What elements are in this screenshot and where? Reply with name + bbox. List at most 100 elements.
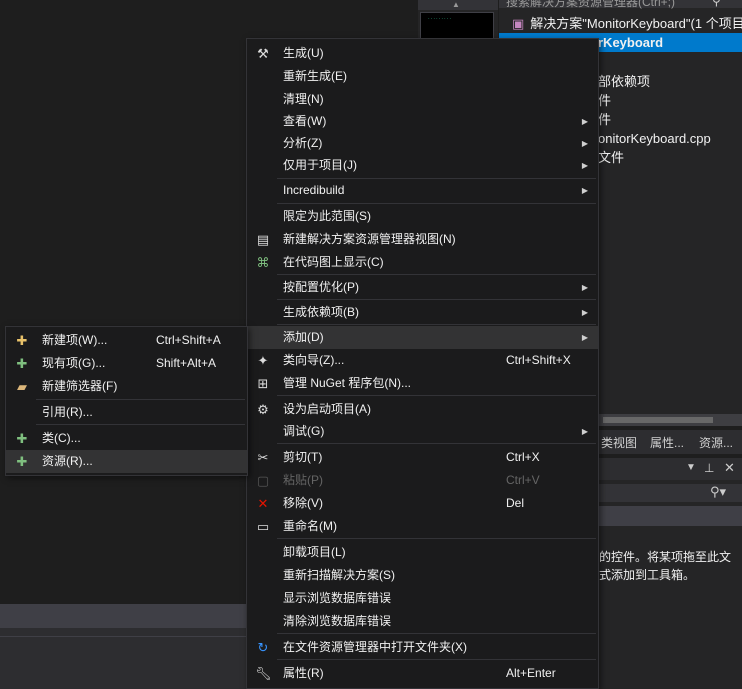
menu-item-label: 剪切(T): [283, 450, 323, 464]
submenu-arrow-icon: ▶: [581, 186, 588, 195]
dropdown-icon[interactable]: ▼: [686, 462, 696, 473]
menu-item-show-browse-db-errors[interactable]: 显示浏览数据库错误: [247, 587, 598, 610]
search-icon[interactable]: ⚲▾: [710, 484, 726, 500]
menu-separator: [277, 395, 596, 396]
menu-item-new-explorer-view[interactable]: ▤ 新建解决方案资源管理器视图(N): [247, 228, 598, 251]
tab-class-view[interactable]: 类视图: [601, 434, 637, 451]
toolbox-hint: 式添加到工具箱。: [599, 568, 696, 582]
menu-item-label: 粘贴(P): [283, 473, 323, 487]
search-icon[interactable]: ⚲: [712, 0, 721, 8]
menu-item-view[interactable]: 查看(W) ▶: [247, 110, 598, 133]
menu-item-remove[interactable]: ✕ 移除(V) Del: [247, 492, 598, 515]
menu-item-clear-browse-db-errors[interactable]: 清除浏览数据库错误: [247, 610, 598, 633]
menu-item-build[interactable]: ⚒ 生成(U): [247, 42, 598, 65]
menu-item-class[interactable]: ✚ 类(C)...: [6, 427, 247, 450]
menu-item-label: 添加(D): [283, 330, 324, 344]
scissors-icon: ✂: [257, 450, 269, 465]
menu-item-rescan-solution[interactable]: 重新扫描解决方案(S): [247, 564, 598, 587]
menu-item-label: 清除浏览数据库错误: [283, 614, 392, 628]
menu-item-reference[interactable]: 引用(R)...: [6, 401, 247, 424]
menu-item-set-startup[interactable]: ⚙ 设为启动项目(A): [247, 398, 598, 421]
menu-item-incredibuild[interactable]: Incredibuild ▶: [247, 179, 598, 202]
close-icon[interactable]: ✕: [724, 460, 735, 476]
menu-item-label: 分析(Z): [283, 136, 323, 150]
nuget-icon: ⊞: [257, 376, 269, 391]
menu-item-rebuild[interactable]: 重新生成(E): [247, 65, 598, 88]
menu-item-shortcut: Ctrl+V: [506, 473, 540, 487]
menu-item-debug[interactable]: 调试(G) ▶: [247, 420, 598, 443]
submenu-arrow-icon: ▶: [581, 333, 588, 342]
menu-item-label: 新建项(W)...: [42, 333, 108, 347]
menu-item-scope-to-this[interactable]: 限定为此范围(S): [247, 205, 598, 228]
menu-item-paste[interactable]: ▢ 粘贴(P) Ctrl+V: [247, 469, 598, 492]
menu-item-analyze[interactable]: 分析(Z) ▶: [247, 132, 598, 155]
menu-item-existing-item[interactable]: ✚ 现有项(G)... Shift+Alt+A: [6, 352, 247, 375]
menu-item-resource[interactable]: ✚ 资源(R)...: [6, 450, 247, 473]
menu-separator: [277, 633, 596, 634]
menu-item-show-on-code-map[interactable]: ⌘ 在代码图上显示(C): [247, 251, 598, 274]
menu-separator: [277, 659, 596, 660]
menu-item-shortcut: Ctrl+Shift+A: [156, 333, 221, 347]
solution-icon: ▣: [512, 16, 525, 31]
menu-item-rename[interactable]: ▭ 重命名(M): [247, 515, 598, 538]
menu-item-project-only[interactable]: 仅用于项目(J) ▶: [247, 154, 598, 177]
submenu-arrow-icon: ▶: [581, 283, 588, 292]
menu-item-label: 在代码图上显示(C): [283, 255, 384, 269]
menu-item-label: 设为启动项目(A): [283, 402, 371, 416]
menu-item-class-wizard[interactable]: ✦ 类向导(Z)... Ctrl+Shift+X: [247, 349, 598, 372]
tab-resources[interactable]: 资源...: [699, 434, 733, 451]
submenu-arrow-icon: ▶: [581, 139, 588, 148]
menu-item-label: 生成(U): [283, 46, 324, 60]
menu-item-cut[interactable]: ✂ 剪切(T) Ctrl+X: [247, 446, 598, 469]
menu-item-new-filter[interactable]: ▰ 新建筛选器(F): [6, 375, 247, 398]
tree-row-folder[interactable]: 件: [598, 91, 611, 110]
menu-item-label: 按配置优化(P): [283, 280, 359, 294]
menu-item-unload-project[interactable]: 卸载项目(L): [247, 541, 598, 564]
menu-item-add[interactable]: 添加(D) ▶: [247, 326, 598, 349]
tab-properties[interactable]: 属性...: [650, 434, 684, 451]
menu-item-label: 现有项(G)...: [42, 356, 106, 370]
menu-separator: [277, 324, 596, 325]
menu-item-label: 生成依赖项(B): [283, 305, 359, 319]
menu-item-label: 引用(R)...: [42, 405, 93, 419]
tree-row-folder[interactable]: 件: [598, 110, 611, 129]
menu-item-manage-nuget[interactable]: ⊞ 管理 NuGet 程序包(N)...: [247, 372, 598, 395]
resource-icon: ✚: [16, 454, 28, 469]
menu-item-label: 仅用于项目(J): [283, 158, 357, 172]
menu-item-label: 管理 NuGet 程序包(N)...: [283, 376, 412, 390]
menu-item-pgo[interactable]: 按配置优化(P) ▶: [247, 276, 598, 299]
menu-item-label: 新建解决方案资源管理器视图(N): [283, 232, 456, 246]
menu-item-properties[interactable]: 🔧︎ 属性(R) Alt+Enter: [247, 662, 598, 685]
code-map-icon: ⌘: [256, 255, 270, 270]
refresh-folder-icon: ↻: [257, 640, 269, 655]
minimap-text: ·········: [428, 16, 452, 22]
pin-icon[interactable]: ⊥: [704, 461, 714, 475]
menu-item-build-dependencies[interactable]: 生成依赖项(B) ▶: [247, 301, 598, 324]
menu-item-label: 属性(R): [283, 666, 324, 680]
tree-row-solution[interactable]: ▣ 解决方案"MonitorKeyboard"(1 个项目: [512, 14, 742, 33]
tree-row-folder[interactable]: 文件: [598, 148, 624, 167]
add-submenu: ✚ 新建项(W)... Ctrl+Shift+A ✚ 现有项(G)... Shift+A…: [5, 326, 248, 476]
menu-separator: [277, 538, 596, 539]
menu-item-new-item[interactable]: ✚ 新建项(W)... Ctrl+Shift+A: [6, 329, 247, 352]
tree-row-label: 解决方案"MonitorKeyboard"(1 个项目: [530, 16, 742, 31]
wrench-icon: 🔧︎: [255, 666, 272, 681]
scroll-up-icon[interactable]: ▲: [452, 0, 460, 9]
tree-row-project[interactable]: rKeyboard: [598, 33, 663, 52]
menu-item-label: Incredibuild: [283, 183, 345, 197]
menu-item-shortcut: Alt+Enter: [506, 666, 556, 680]
menu-separator: [277, 299, 596, 300]
submenu-arrow-icon: ▶: [581, 308, 588, 317]
tree-row-file[interactable]: onitorKeyboard.cpp: [598, 129, 711, 148]
remove-icon: ✕: [257, 496, 269, 511]
toolbox-group-bar: [598, 506, 742, 526]
menu-item-open-in-explorer[interactable]: ↻ 在文件资源管理器中打开文件夹(X): [247, 636, 598, 659]
tree-row-dependencies[interactable]: 部依赖项: [598, 72, 650, 91]
menu-item-label: 新建筛选器(F): [42, 379, 118, 393]
menu-item-label: 类向导(Z)...: [283, 353, 345, 367]
menu-item-label: 重新扫描解决方案(S): [283, 568, 395, 582]
menu-item-clean[interactable]: 清理(N): [247, 88, 598, 111]
menu-item-label: 卸载项目(L): [283, 545, 346, 559]
menu-separator: [36, 399, 245, 400]
scrollbar-thumb[interactable]: [603, 417, 713, 423]
